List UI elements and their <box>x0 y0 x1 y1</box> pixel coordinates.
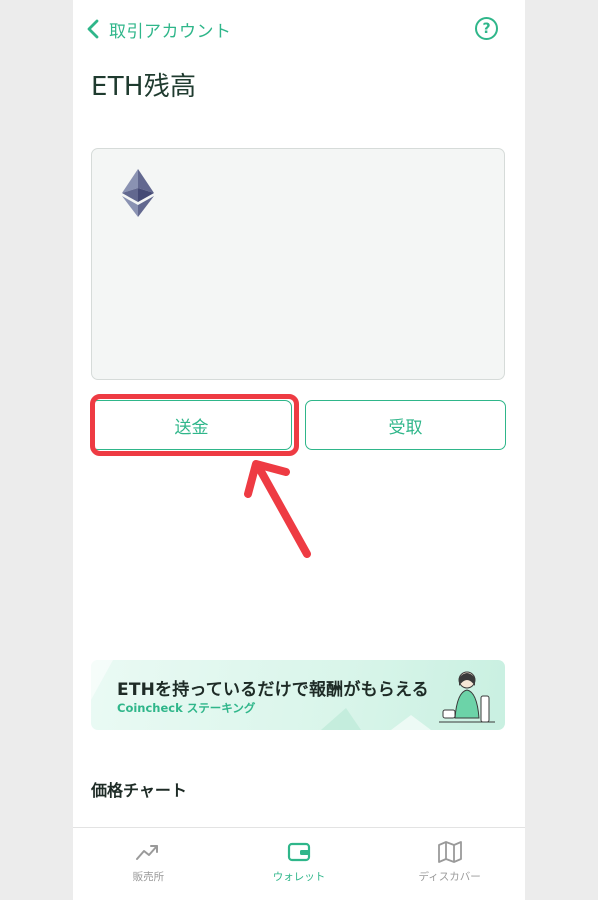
banner-headline: ETHを持っているだけで報酬がもらえる <box>117 680 429 700</box>
staking-banner[interactable]: ETHを持っているだけで報酬がもらえる Coincheck ステーキング <box>91 660 505 730</box>
tab-label: ウォレット <box>272 871 326 883</box>
annotation-arrow-icon <box>244 460 311 558</box>
send-highlight-box <box>90 394 299 456</box>
wallet-icon <box>287 842 311 862</box>
receive-button[interactable]: 受取 <box>305 400 506 450</box>
bottom-tab-bar: 販売所 ウォレット ディスカバー <box>73 827 525 900</box>
tab-discover[interactable]: ディスカバー <box>374 828 525 900</box>
tab-wallet[interactable]: ウォレット <box>224 828 375 900</box>
tab-label: ディスカバー <box>418 871 481 883</box>
banner-subtitle: Coincheck ステーキング <box>117 701 256 715</box>
chevron-left-icon <box>87 19 99 39</box>
back-button[interactable]: 取引アカウント <box>83 14 232 44</box>
map-icon <box>437 841 462 863</box>
trend-icon <box>136 845 159 860</box>
back-label: 取引アカウント <box>109 21 232 42</box>
ethereum-icon <box>122 169 154 217</box>
help-icon[interactable]: ? <box>475 17 498 40</box>
balance-card <box>91 148 505 380</box>
tab-label: 販売所 <box>132 871 165 883</box>
tab-exchange[interactable]: 販売所 <box>73 828 224 900</box>
page-title: ETH残高 <box>91 72 197 102</box>
price-chart-title: 価格チャート <box>91 781 187 800</box>
person-illustration-icon <box>439 671 495 723</box>
